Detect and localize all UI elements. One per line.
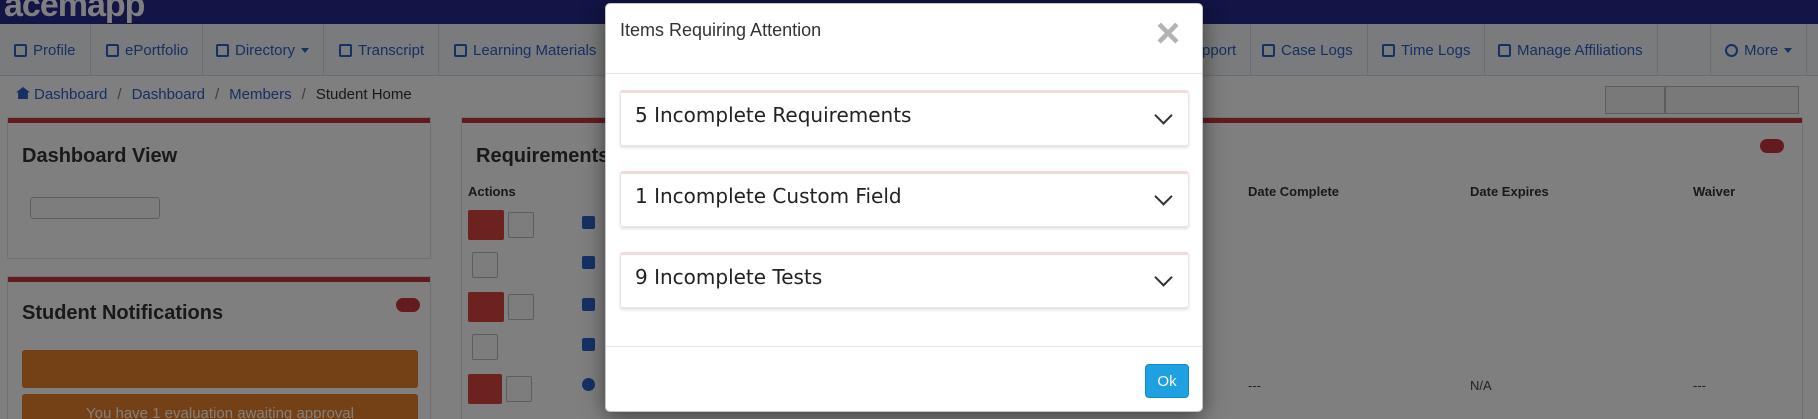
modal-title: Items Requiring Attention — [620, 20, 822, 40]
chevron-down-icon — [1154, 187, 1173, 206]
chevron-down-icon — [1154, 106, 1173, 125]
accordion-incomplete-requirements[interactable]: 5 Incomplete Requirements — [620, 90, 1189, 146]
close-icon[interactable]: × — [1147, 12, 1189, 56]
modal-footer: Ok — [606, 346, 1202, 413]
accordion-title: 1 Incomplete Custom Field — [635, 184, 902, 208]
accordion-title: 9 Incomplete Tests — [635, 265, 823, 289]
items-requiring-attention-modal: Items Requiring Attention × 5 Incomplete… — [605, 3, 1203, 412]
accordion-title: 5 Incomplete Requirements — [635, 103, 912, 127]
accordion-incomplete-custom-field[interactable]: 1 Incomplete Custom Field — [620, 171, 1189, 227]
ok-button[interactable]: Ok — [1145, 364, 1189, 398]
chevron-down-icon — [1154, 268, 1173, 287]
accordion-incomplete-tests[interactable]: 9 Incomplete Tests — [620, 252, 1189, 308]
modal-header: Items Requiring Attention × — [606, 4, 1202, 74]
